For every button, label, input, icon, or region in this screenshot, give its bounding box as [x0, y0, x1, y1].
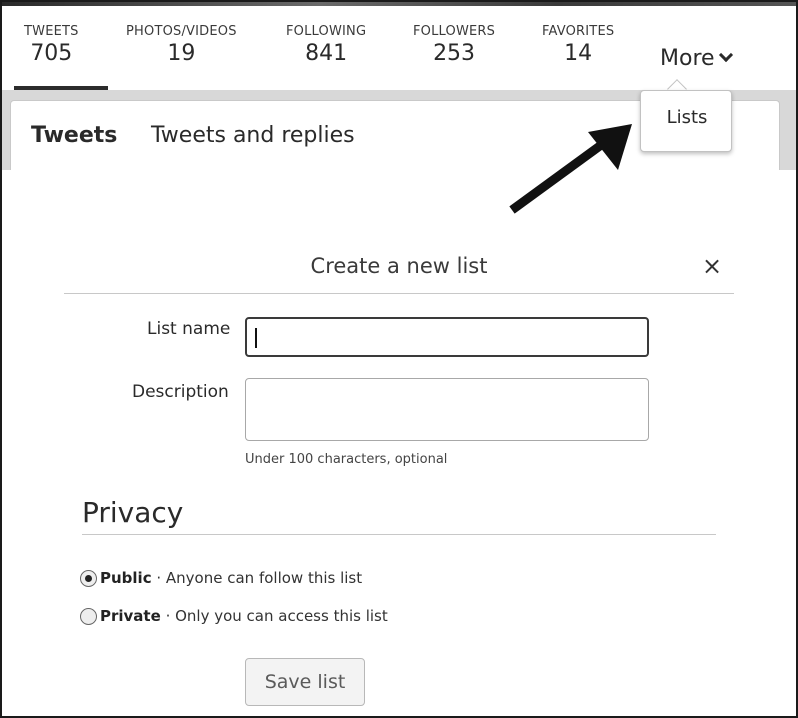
tab-tweets[interactable]: Tweets — [31, 123, 117, 148]
modal-divider — [64, 293, 734, 294]
stat-label: FOLLOWING — [286, 24, 367, 39]
privacy-option-public[interactable]: Public · Anyone can follow this list — [80, 569, 362, 587]
chevron-down-icon — [718, 47, 733, 63]
description-textarea[interactable] — [245, 378, 649, 441]
stat-followers[interactable]: FOLLOWERS 253 — [413, 24, 495, 66]
stat-following[interactable]: FOLLOWING 841 — [286, 24, 366, 66]
radio-label: Private — [100, 607, 161, 625]
text-cursor — [255, 328, 257, 348]
more-menu-button[interactable]: More — [660, 46, 733, 71]
radio-detail: · Anyone can follow this list — [156, 569, 363, 587]
more-dropdown-menu: Lists — [640, 90, 732, 152]
more-label: More — [660, 46, 715, 71]
annotation-arrow-icon — [509, 124, 632, 214]
stat-label: TWEETS — [24, 24, 79, 39]
stat-label: FAVORITES — [542, 24, 615, 39]
radio-checked-icon[interactable] — [80, 569, 97, 587]
description-hint: Under 100 characters, optional — [245, 452, 448, 467]
privacy-divider — [82, 534, 716, 535]
radio-unchecked-icon[interactable] — [80, 607, 97, 625]
close-icon[interactable]: × — [702, 254, 722, 278]
list-name-label: List name — [147, 319, 231, 339]
menu-item-lists[interactable]: Lists — [641, 107, 733, 128]
privacy-option-private[interactable]: Private · Only you can access this list — [80, 607, 388, 625]
stat-value: 14 — [564, 41, 593, 66]
stat-favorites[interactable]: FAVORITES 14 — [542, 24, 614, 66]
stat-tweets[interactable]: TWEETS 705 — [24, 24, 79, 66]
privacy-heading: Privacy — [82, 496, 184, 529]
stat-value: 19 — [167, 41, 196, 66]
list-name-input[interactable] — [245, 317, 649, 357]
stat-value: 253 — [433, 41, 476, 66]
tab-tweets-and-replies[interactable]: Tweets and replies — [151, 123, 355, 148]
stat-label: FOLLOWERS — [413, 24, 496, 39]
stat-photos-videos[interactable]: PHOTOS/VIDEOS 19 — [126, 24, 237, 66]
modal-title: Create a new list — [310, 254, 488, 278]
radio-detail: · Only you can access this list — [165, 607, 388, 625]
stat-label: PHOTOS/VIDEOS — [126, 24, 237, 39]
radio-label: Public — [100, 569, 152, 587]
save-list-button[interactable]: Save list — [245, 658, 365, 706]
stat-value: 841 — [305, 41, 348, 66]
description-label: Description — [132, 382, 229, 402]
stat-value: 705 — [30, 41, 73, 66]
